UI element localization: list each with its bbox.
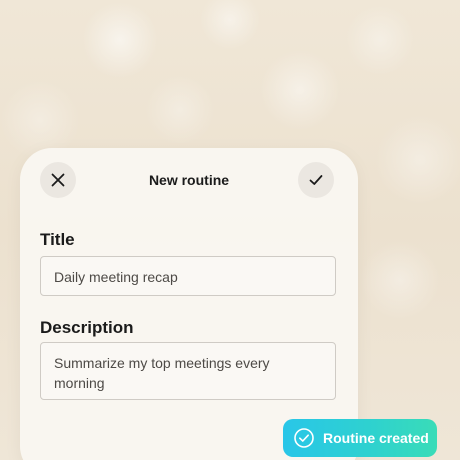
title-input[interactable]: Daily meeting recap [40, 256, 336, 296]
check-circle-icon [293, 427, 315, 449]
check-icon [308, 172, 324, 188]
description-input[interactable]: Summarize my top meetings every morning [40, 342, 336, 400]
new-routine-dialog: New routine Title Daily meeting recap De… [20, 148, 358, 460]
confirm-button[interactable] [298, 162, 334, 198]
description-label: Description [40, 318, 134, 337]
toast-message: Routine created [323, 430, 429, 446]
routine-created-toast: Routine created [283, 419, 437, 457]
title-label: Title [40, 230, 75, 249]
